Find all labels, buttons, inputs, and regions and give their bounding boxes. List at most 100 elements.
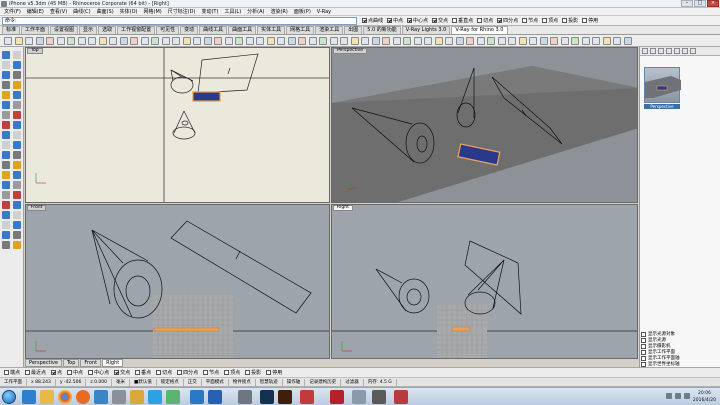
toolbar-tool-icon[interactable] <box>182 37 191 45</box>
snap-checkbox[interactable] <box>387 18 393 23</box>
left-tool-icon[interactable] <box>2 111 10 119</box>
menu-item[interactable]: 工具(L) <box>224 8 241 15</box>
left-tool-icon[interactable] <box>13 151 21 159</box>
snap-checkbox[interactable] <box>432 18 438 23</box>
left-tool-icon[interactable] <box>13 91 21 99</box>
osnap-checkbox[interactable] <box>135 370 141 375</box>
toolbar-tool-icon[interactable] <box>203 37 212 45</box>
toolbar-tool-icon[interactable] <box>329 37 338 45</box>
explorer-icon[interactable] <box>40 390 54 404</box>
toolbar-tool-icon[interactable] <box>487 37 495 45</box>
folder-icon[interactable] <box>130 390 144 404</box>
status-field[interactable]: ■默认值 <box>130 378 157 386</box>
left-tool-icon[interactable] <box>13 191 21 199</box>
left-tool-icon[interactable] <box>2 161 10 169</box>
menu-item[interactable]: 查看(V) <box>50 8 67 15</box>
music-icon[interactable] <box>166 390 180 404</box>
tencent-icon[interactable] <box>190 390 204 404</box>
left-tool-icon[interactable] <box>2 81 10 89</box>
toolbar-tool-icon[interactable] <box>581 37 590 45</box>
toolbar-tool-icon[interactable] <box>434 37 443 45</box>
panel-tool-icon[interactable] <box>674 48 680 54</box>
snap-option[interactable]: 停用 <box>582 17 598 24</box>
command-input[interactable]: 命令: <box>2 17 357 25</box>
status-field[interactable]: 物件锁点 <box>229 378 256 386</box>
left-tool-icon[interactable] <box>13 211 21 219</box>
minimize-button[interactable]: – <box>681 0 693 7</box>
menu-item[interactable]: 分析(A) <box>247 8 264 15</box>
firefox-icon[interactable] <box>76 390 90 404</box>
toolbar-tool-icon[interactable] <box>14 37 23 45</box>
display-option-checkbox[interactable] <box>641 349 646 355</box>
display-option-checkbox[interactable] <box>641 355 646 361</box>
osnap-option[interactable]: 端点 <box>4 369 20 376</box>
keyshot-icon[interactable] <box>300 390 314 404</box>
left-tool-icon[interactable] <box>2 121 10 129</box>
close-button[interactable]: × <box>707 0 719 7</box>
toolbar-tab[interactable]: 可见性 <box>156 26 180 34</box>
toolbar-tool-icon[interactable] <box>235 37 243 45</box>
toolbar-tool-icon[interactable] <box>539 37 548 45</box>
toolbar-tool-icon[interactable] <box>319 37 327 45</box>
osnap-checkbox[interactable] <box>266 370 272 375</box>
snap-checkbox[interactable] <box>542 18 548 23</box>
osnap-checkbox[interactable] <box>88 370 94 375</box>
toolbar-tab[interactable]: 变动 <box>180 26 199 34</box>
osnap-option[interactable]: 节点 <box>203 369 219 376</box>
toolbar-tab[interactable]: 设置视图 <box>50 26 79 34</box>
status-field[interactable]: 正交 <box>184 378 202 386</box>
status-field[interactable]: 操作轴 <box>283 378 306 386</box>
left-tool-icon[interactable] <box>2 211 10 219</box>
panel-tool-icon[interactable] <box>666 48 672 54</box>
left-tool-icon[interactable] <box>2 71 10 79</box>
toolbar-tool-icon[interactable] <box>224 37 233 45</box>
toolbar-tab[interactable]: 工作平面 <box>21 26 50 34</box>
left-tool-icon[interactable] <box>13 81 21 89</box>
settings-icon[interactable] <box>352 390 366 404</box>
menu-item[interactable]: 文件(F) <box>4 8 21 15</box>
status-field[interactable]: 智慧轨迹 <box>256 378 283 386</box>
left-tool-icon[interactable] <box>2 201 10 209</box>
menu-item[interactable]: V-Ray <box>317 9 331 15</box>
viewport-label-right[interactable]: Right <box>333 205 353 211</box>
toolbar-tool-icon[interactable] <box>77 37 86 45</box>
toolbar-tab[interactable]: 实体工具 <box>257 26 286 34</box>
snap-checkbox[interactable] <box>477 18 483 23</box>
toolbar-tab[interactable]: 渲染工具 <box>315 26 344 34</box>
toolbar-tool-icon[interactable] <box>172 37 180 45</box>
media-player-icon[interactable] <box>94 390 108 404</box>
osnap-option[interactable]: 点 <box>51 369 62 376</box>
toolbar-tool-icon[interactable] <box>371 37 380 45</box>
toolbar-tool-icon[interactable] <box>508 37 516 45</box>
status-field[interactable]: 平面模式 <box>202 378 229 386</box>
menu-item[interactable]: 编辑(E) <box>27 8 44 15</box>
menu-item[interactable]: 曲面(S) <box>97 8 114 15</box>
osnap-checkbox[interactable] <box>114 370 120 375</box>
menu-item[interactable]: 变动(T) <box>201 8 218 15</box>
status-field[interactable]: z 0.000 <box>86 378 112 386</box>
snap-option[interactable]: 节点 <box>522 17 538 24</box>
left-tool-icon[interactable] <box>2 181 10 189</box>
toolbar-tool-icon[interactable] <box>350 37 359 45</box>
left-tool-icon[interactable] <box>2 221 10 229</box>
osnap-checkbox[interactable] <box>25 370 31 375</box>
left-tool-icon[interactable] <box>13 161 21 169</box>
named-view-thumbnail[interactable] <box>644 67 681 103</box>
tray-icon[interactable] <box>666 393 672 399</box>
toolbar-tool-icon[interactable] <box>140 37 149 45</box>
snap-option[interactable]: 顶点 <box>542 17 558 24</box>
cad-icon[interactable] <box>394 390 408 404</box>
acrobat-icon[interactable] <box>330 390 344 404</box>
osnap-checkbox[interactable] <box>156 370 162 375</box>
osnap-option[interactable]: 交点 <box>114 369 130 376</box>
snap-option[interactable]: 中心点 <box>407 17 428 24</box>
toolbar-tool-icon[interactable] <box>476 37 485 45</box>
osnap-checkbox[interactable] <box>51 370 57 375</box>
toolbar-tab[interactable]: V-Ray Lights 3.0 <box>401 26 451 34</box>
left-tool-icon[interactable] <box>13 171 21 179</box>
osnap-checkbox[interactable] <box>177 370 183 375</box>
toolbar-tool-icon[interactable] <box>56 37 65 45</box>
osnap-checkbox[interactable] <box>203 370 209 375</box>
status-field[interactable]: 工作平面 <box>0 378 27 386</box>
toolbar-tab[interactable]: 显示 <box>79 26 98 34</box>
